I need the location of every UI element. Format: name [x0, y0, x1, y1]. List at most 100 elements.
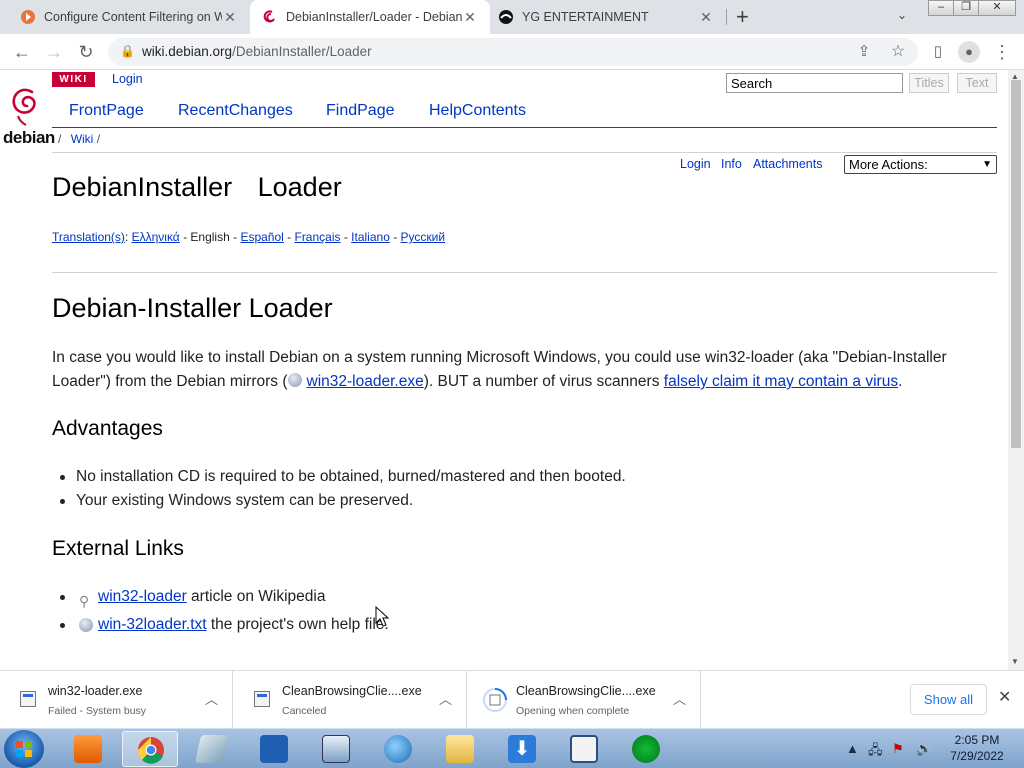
translation-french[interactable]: Français [294, 230, 340, 244]
scroll-thumb[interactable] [1011, 80, 1021, 448]
chevron-up-icon[interactable]: ︿ [439, 689, 452, 708]
taskbar-media-player[interactable] [60, 731, 116, 767]
close-window-button[interactable]: ✕ [978, 0, 1016, 16]
show-all-button[interactable]: Show all [910, 684, 987, 715]
download-item[interactable]: CleanBrowsingClie....exe Canceled ︿ [234, 671, 467, 729]
tab-yg-entertainment[interactable]: YG ENTERTAINMENT ✕ [490, 0, 726, 34]
tab-close-icon[interactable]: ✕ [222, 9, 238, 26]
falsely-claim-virus-link[interactable]: falsely claim it may contain a virus [664, 373, 898, 390]
search-input[interactable] [726, 73, 903, 93]
taskbar-task-app[interactable] [370, 731, 426, 767]
taskbar-downloader[interactable]: ⬇ [494, 731, 550, 767]
menu-kebab-icon[interactable]: ⋮ [992, 42, 1012, 62]
advantages-heading: Advantages [52, 417, 163, 440]
system-tray: ▲ 🖧 ⚑ 🔊 [844, 739, 944, 759]
taskbar-green-app[interactable] [618, 731, 674, 767]
maximize-button[interactable]: ❐ [953, 0, 979, 16]
tab-close-icon[interactable]: ✕ [698, 9, 714, 26]
tab-content-filtering[interactable]: Configure Content Filtering on W ✕ [0, 0, 250, 34]
network-icon[interactable]: 🖧 [868, 741, 883, 763]
win32-loader-wikipedia-link[interactable]: win32-loader [98, 588, 187, 605]
advantages-list: No installation CD is required to be obt… [52, 465, 626, 513]
page-viewport: debian WIKI Login Titles Text FrontPage … [0, 70, 1024, 670]
download-filename: CleanBrowsingClie....exe [516, 684, 656, 698]
back-arrow-icon[interactable]: ← [12, 42, 32, 62]
lock-icon[interactable]: 🔒 [120, 44, 135, 58]
translation-spanish[interactable]: Español [240, 230, 283, 244]
debian-favicon-icon [263, 10, 275, 23]
forward-arrow-icon[interactable]: → [44, 42, 64, 62]
eraser-app-icon [195, 735, 229, 763]
tab-separator [726, 9, 727, 25]
taskbar-explorer[interactable] [432, 731, 488, 767]
media-player-icon [74, 735, 102, 763]
more-actions-select[interactable]: More Actions: ▼ [844, 155, 997, 174]
taskbar-eraser-app[interactable] [184, 731, 240, 767]
action-center-flag-icon[interactable]: ⚑ [892, 741, 904, 757]
show-hidden-icons-icon[interactable]: ▲ [846, 741, 859, 756]
list-item: No installation CD is required to be obt… [52, 465, 626, 489]
action-login-link[interactable]: Login [680, 157, 711, 171]
bookmark-star-icon[interactable]: ☆ [888, 42, 908, 62]
reload-icon[interactable]: ↻ [76, 42, 96, 62]
list-item: win-32loader.txt the project's own help … [52, 613, 389, 641]
list-item: Your existing Windows system can be pres… [52, 489, 626, 513]
action-info-link[interactable]: Info [721, 157, 742, 171]
translation-english: English [190, 230, 230, 244]
download-item[interactable]: win32-loader.exe Failed - System busy ︿ [0, 671, 233, 729]
tab-strip: Configure Content Filtering on W ✕ Debia… [0, 0, 1024, 34]
new-tab-plus-icon[interactable]: + [736, 4, 749, 30]
sidebar-icon[interactable]: ▯ [928, 42, 948, 62]
nav-recentchanges[interactable]: RecentChanges [178, 102, 293, 120]
translations-label-link[interactable]: Translation(s) [52, 230, 125, 244]
taskbar-chrome[interactable] [122, 731, 178, 767]
nav-helpcontents[interactable]: HelpContents [429, 102, 526, 120]
windows-logo-icon [16, 741, 32, 757]
mouse-cursor-icon [375, 606, 389, 627]
titles-search-button[interactable]: Titles [909, 73, 949, 93]
header-login-link[interactable]: Login [112, 72, 143, 86]
text-search-button[interactable]: Text [957, 73, 997, 93]
volume-icon[interactable]: 🔊 [916, 741, 932, 757]
download-progress-ring-icon [483, 688, 507, 712]
browser-toolbar: ← → ↻ 🔒 wiki.debian.org/DebianInstaller/… [0, 34, 1024, 70]
tab-debian-loader[interactable]: DebianInstaller/Loader - Debian ✕ [250, 0, 490, 34]
folder-icon [446, 735, 474, 763]
nav-frontpage[interactable]: FrontPage [69, 102, 144, 120]
minimize-button[interactable]: – [928, 0, 954, 16]
start-button[interactable] [4, 730, 44, 768]
chevron-up-icon[interactable]: ︿ [205, 689, 218, 708]
download-status: Canceled [282, 705, 327, 717]
list-item: ⚲ win32-loader article on Wikipedia [52, 585, 389, 613]
url-text[interactable]: wiki.debian.org/DebianInstaller/Loader [142, 44, 372, 59]
taskbar-maxthon[interactable] [246, 731, 302, 767]
win32-loader-exe-link[interactable]: win32-loader.exe [307, 373, 424, 390]
tab-title: DebianInstaller/Loader - Debian [286, 10, 462, 24]
taskbar-clock[interactable]: 2:05 PM 7/29/2022 [940, 732, 1014, 764]
external-links-heading: External Links [52, 537, 184, 560]
share-icon[interactable]: ⇪ [854, 42, 874, 62]
tab-close-icon[interactable]: ✕ [462, 9, 478, 26]
address-bar[interactable]: 🔒 wiki.debian.org/DebianInstaller/Loader… [108, 38, 918, 66]
exe-file-icon [254, 691, 270, 707]
win-32loader-txt-link[interactable]: win-32loader.txt [98, 616, 207, 633]
close-shelf-icon[interactable]: ✕ [998, 687, 1011, 707]
download-item[interactable]: CleanBrowsingClie....exe Opening when co… [468, 671, 701, 729]
breadcrumb-wiki-link[interactable]: Wiki [71, 132, 94, 146]
chevron-up-icon[interactable]: ︿ [673, 689, 686, 708]
tab-search-chevron-icon[interactable]: ⌄ [897, 8, 907, 22]
scroll-down-icon[interactable]: ▼ [1011, 657, 1019, 666]
taskbar-control-panel[interactable] [308, 731, 364, 767]
download-filename: CleanBrowsingClie....exe [282, 684, 422, 698]
action-attachments-link[interactable]: Attachments [753, 157, 822, 171]
profile-avatar-icon[interactable]: ● [958, 41, 980, 63]
translation-russian[interactable]: Русский [401, 230, 446, 244]
translation-italian[interactable]: Italiano [351, 230, 390, 244]
taskbar-window-app[interactable] [556, 731, 612, 767]
debian-logo[interactable]: debian [3, 84, 55, 148]
vertical-scrollbar[interactable]: ▲ ▼ [1008, 70, 1024, 670]
nav-findpage[interactable]: FindPage [326, 102, 395, 120]
header-divider [52, 152, 997, 153]
breadcrumb-separator: / [96, 132, 101, 146]
translation-greek[interactable]: Ελληνικά [132, 230, 180, 244]
